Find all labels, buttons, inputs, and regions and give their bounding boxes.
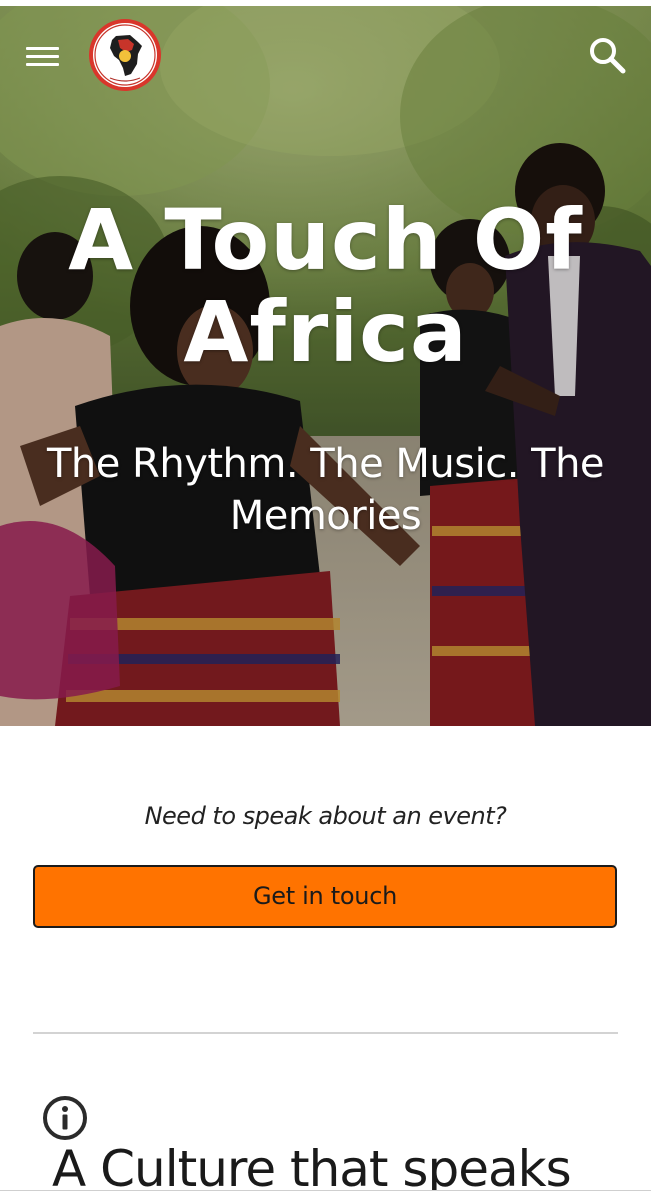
menu-bar-middle — [26, 55, 59, 58]
bottom-edge — [0, 1190, 651, 1204]
hamburger-menu-icon[interactable] — [22, 38, 66, 74]
hero-banner: A Touch Of Africa The Rhythm. The Music.… — [0, 6, 651, 726]
africa-logo-icon[interactable] — [88, 18, 162, 92]
menu-bar-top — [26, 47, 59, 50]
page: A Touch Of Africa The Rhythm. The Music.… — [0, 0, 651, 1204]
info-icon[interactable] — [42, 1095, 88, 1141]
top-edge — [0, 0, 651, 6]
get-in-touch-button[interactable]: Get in touch — [33, 865, 617, 928]
hero-title: A Touch Of Africa — [68, 191, 583, 381]
section-divider — [33, 1032, 618, 1034]
search-icon[interactable] — [586, 34, 628, 76]
hero-subtitle: The Rhythm. The Music. The Memories — [46, 441, 605, 539]
menu-bar-bottom — [26, 63, 59, 66]
event-prompt-text: Need to speak about an event? — [144, 802, 507, 830]
